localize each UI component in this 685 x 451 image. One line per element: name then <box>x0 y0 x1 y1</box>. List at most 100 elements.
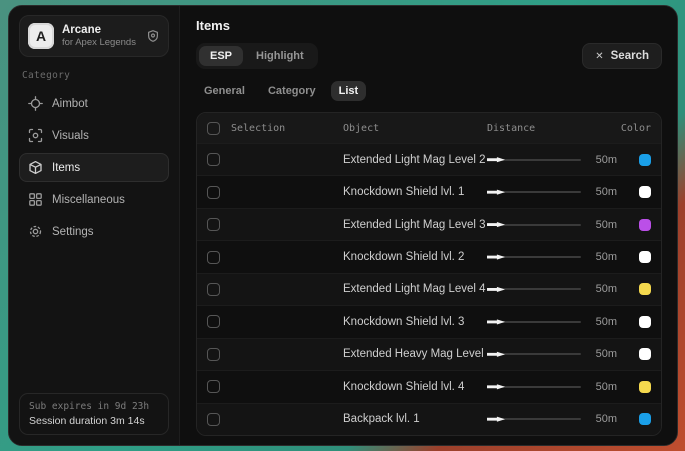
distance-value: 50m <box>589 186 617 198</box>
distance-value: 50m <box>589 381 617 393</box>
table-row: Extended Light Mag Level 2 50m <box>197 143 661 175</box>
distance-slider[interactable] <box>487 317 581 327</box>
row-checkbox[interactable] <box>207 315 220 328</box>
distance-cell: 50m <box>487 283 617 295</box>
slider-thumb[interactable] <box>487 415 505 423</box>
sidebar-item-label: Visuals <box>52 130 89 142</box>
slider-thumb[interactable] <box>487 221 505 229</box>
shield-icon[interactable] <box>146 29 160 43</box>
sub-expires-text: Sub expires in 9d 23h <box>29 401 159 412</box>
color-swatch[interactable] <box>639 154 651 166</box>
distance-value: 50m <box>589 316 617 328</box>
object-name: Extended Light Mag Level 2 <box>343 154 487 166</box>
table-row: Backpack lvl. 1 50m <box>197 403 661 435</box>
tab-esp[interactable]: ESP <box>199 46 243 66</box>
row-checkbox[interactable] <box>207 186 220 199</box>
sidebar-item-aimbot[interactable]: Aimbot <box>19 89 169 118</box>
toolbar: ESP Highlight ✕ Search <box>196 43 662 69</box>
distance-value: 50m <box>589 348 617 360</box>
row-checkbox[interactable] <box>207 153 220 166</box>
slider-thumb[interactable] <box>487 318 505 326</box>
row-checkbox[interactable] <box>207 218 220 231</box>
search-icon: ✕ <box>595 51 603 62</box>
distance-value: 50m <box>589 251 617 263</box>
color-swatch[interactable] <box>639 251 651 263</box>
object-name: Extended Light Mag Level 4 <box>343 283 487 295</box>
sidebar-item-label: Aimbot <box>52 98 88 110</box>
slider-thumb[interactable] <box>487 156 505 164</box>
color-swatch[interactable] <box>639 413 651 425</box>
distance-value: 50m <box>589 219 617 231</box>
search-button-label: Search <box>611 50 649 62</box>
sidebar-item-label: Items <box>52 162 80 174</box>
package-icon <box>28 160 43 175</box>
table-body: Extended Light Mag Level 2 50m Knockdown… <box>197 143 661 435</box>
search-button[interactable]: ✕ Search <box>582 43 662 69</box>
color-swatch[interactable] <box>639 316 651 328</box>
distance-slider[interactable] <box>487 220 581 230</box>
slider-thumb[interactable] <box>487 285 505 293</box>
row-checkbox[interactable] <box>207 348 220 361</box>
distance-cell: 50m <box>487 154 617 166</box>
gear-icon <box>28 224 43 239</box>
select-all-checkbox[interactable] <box>207 122 220 135</box>
object-name: Extended Light Mag Level 3 <box>343 219 487 231</box>
color-swatch[interactable] <box>639 186 651 198</box>
distance-slider[interactable] <box>487 155 581 165</box>
sidebar-item-settings[interactable]: Settings <box>19 217 169 246</box>
slider-thumb[interactable] <box>487 350 505 358</box>
row-checkbox[interactable] <box>207 283 220 296</box>
view-tab-group: General Category List <box>196 81 662 101</box>
distance-cell: 50m <box>487 251 617 263</box>
distance-slider[interactable] <box>487 414 581 424</box>
distance-slider[interactable] <box>487 382 581 392</box>
distance-slider[interactable] <box>487 187 581 197</box>
main-panel: Items ESP Highlight ✕ Search General Cat… <box>179 6 677 445</box>
distance-cell: 50m <box>487 381 617 393</box>
slider-thumb[interactable] <box>487 253 505 261</box>
page-title: Items <box>196 18 662 33</box>
color-swatch[interactable] <box>639 219 651 231</box>
distance-value: 50m <box>589 154 617 166</box>
distance-slider[interactable] <box>487 252 581 262</box>
distance-cell: 50m <box>487 348 617 360</box>
tab-general[interactable]: General <box>196 81 253 101</box>
distance-cell: 50m <box>487 316 617 328</box>
slider-thumb[interactable] <box>487 188 505 196</box>
table-row: Knockdown Shield lvl. 4 50m <box>197 370 661 402</box>
table-header: Selection Object Distance Color <box>197 113 661 143</box>
row-checkbox[interactable] <box>207 251 220 264</box>
brand-text: Arcane for Apex Legends <box>62 23 136 49</box>
color-swatch[interactable] <box>639 381 651 393</box>
column-header-color: Color <box>617 123 651 134</box>
table-row: Knockdown Shield lvl. 1 50m <box>197 175 661 207</box>
tab-category[interactable]: Category <box>260 81 324 101</box>
distance-slider[interactable] <box>487 349 581 359</box>
crosshair-icon <box>28 96 43 111</box>
row-checkbox[interactable] <box>207 380 220 393</box>
distance-value: 50m <box>589 413 617 425</box>
sidebar-item-label: Settings <box>52 226 94 238</box>
sidebar-item-items[interactable]: Items <box>19 153 169 182</box>
sidebar-item-miscellaneous[interactable]: Miscellaneous <box>19 185 169 214</box>
tab-list[interactable]: List <box>331 81 367 101</box>
table-row: Knockdown Shield lvl. 3 50m <box>197 305 661 337</box>
sidebar-item-visuals[interactable]: Visuals <box>19 121 169 150</box>
sidebar-section-label: Category <box>22 70 166 81</box>
object-name: Knockdown Shield lvl. 1 <box>343 186 487 198</box>
mode-tab-group: ESP Highlight <box>196 43 318 69</box>
object-name: Extended Heavy Mag Level 1 <box>343 348 487 360</box>
app-name: Arcane <box>62 23 136 37</box>
sidebar-item-label: Miscellaneous <box>52 194 125 206</box>
object-name: Backpack lvl. 1 <box>343 413 487 425</box>
table-row: Extended Light Mag Level 3 50m <box>197 208 661 240</box>
color-swatch[interactable] <box>639 283 651 295</box>
column-header-distance: Distance <box>487 123 617 134</box>
brand-card: A Arcane for Apex Legends <box>19 15 169 57</box>
color-swatch[interactable] <box>639 348 651 360</box>
distance-cell: 50m <box>487 186 617 198</box>
row-checkbox[interactable] <box>207 413 220 426</box>
distance-slider[interactable] <box>487 284 581 294</box>
slider-thumb[interactable] <box>487 383 505 391</box>
tab-highlight[interactable]: Highlight <box>245 46 315 66</box>
